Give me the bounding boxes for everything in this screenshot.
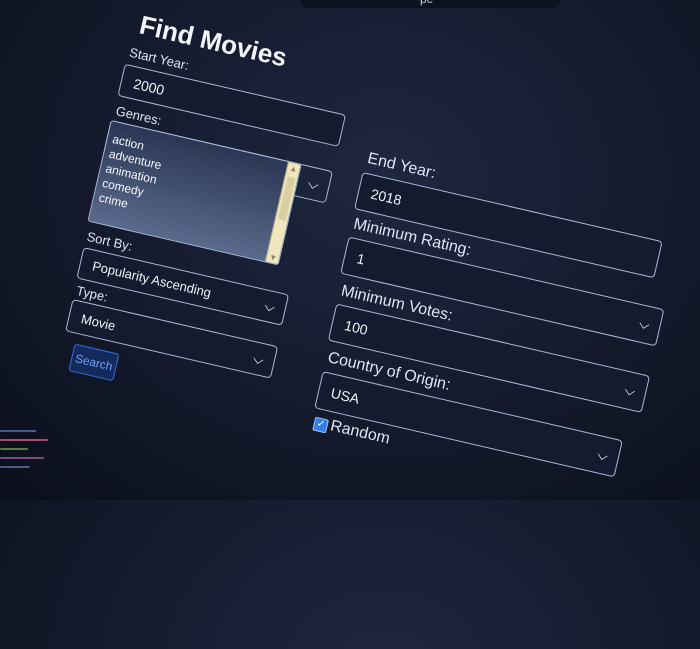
- scroll-up-icon[interactable]: ▲: [287, 163, 301, 175]
- minimum-votes-value: 100: [342, 317, 370, 338]
- chevron-down-icon: ⌵: [262, 297, 277, 316]
- window-title-fragment: pe: [420, 0, 433, 6]
- code-line: [0, 430, 36, 432]
- chevron-down-icon[interactable]: ⌵: [306, 174, 321, 193]
- country-value: USA: [329, 384, 362, 407]
- code-line: [0, 448, 28, 450]
- random-checkbox[interactable]: ✓: [312, 416, 330, 434]
- checkmark-icon: ✓: [315, 418, 327, 431]
- chevron-down-icon: ⌵: [637, 314, 652, 333]
- chevron-down-icon: ⌵: [251, 349, 266, 368]
- window-top-strip: pe: [300, 0, 560, 8]
- background-code-fragment: [0, 430, 60, 500]
- code-line: [0, 439, 48, 441]
- scroll-down-icon[interactable]: ▼: [266, 252, 280, 263]
- chevron-down-icon: ⌵: [623, 381, 638, 400]
- start-year-value: 2000: [132, 74, 166, 98]
- code-line: [0, 466, 30, 468]
- find-movies-form: Find Movies Start Year: 2000 Genres: ⌵ a…: [0, 0, 682, 645]
- minimum-rating-value: 1: [355, 250, 367, 268]
- end-year-value: 2018: [369, 185, 404, 209]
- type-value: Movie: [79, 310, 118, 334]
- search-button[interactable]: Search: [68, 343, 120, 382]
- code-line: [0, 457, 44, 459]
- sort-by-value: Popularity Ascending: [90, 258, 213, 301]
- chevron-down-icon: ⌵: [595, 445, 610, 464]
